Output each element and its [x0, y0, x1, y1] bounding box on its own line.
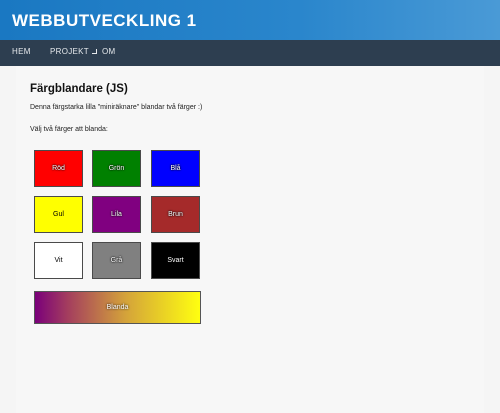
swatch-red-button[interactable]: Röd [34, 150, 83, 187]
swatch-blue-button[interactable]: Blå [151, 150, 200, 187]
swatch-yellow-button[interactable]: Gul [34, 196, 83, 233]
chevron-down-icon [92, 49, 97, 54]
swatch-purple-button[interactable]: Lila [92, 196, 141, 233]
swatch-green-button[interactable]: Grön [92, 150, 141, 187]
swatch-label: Svart [167, 257, 184, 264]
swatch-label: Blå [170, 165, 181, 172]
swatch-label: Gul [53, 211, 64, 218]
swatch-gray-button[interactable]: Grå [92, 242, 141, 279]
main-content: Färgblandare (JS) Denna färgstarka lilla… [16, 66, 484, 413]
swatch-label: Vit [54, 257, 63, 264]
site-title[interactable]: WEBBUTVECKLING 1 [12, 11, 197, 31]
swatch-brown-button[interactable]: Brun [151, 196, 200, 233]
nav-item-label: PROJEKT [50, 47, 89, 56]
main-nav: HEM PROJEKT OM [0, 40, 500, 66]
swatch-label: Röd [52, 165, 65, 172]
swatch-label: Grön [108, 165, 125, 172]
swatch-label: Brun [168, 211, 183, 218]
swatch-black-button[interactable]: Svart [151, 242, 200, 279]
swatch-label: Lila [111, 211, 122, 218]
page-title: Färgblandare (JS) [30, 83, 128, 95]
swatch-label: Grå [110, 257, 123, 264]
swatch-white-button[interactable]: Vit [34, 242, 83, 279]
nav-item-projekt[interactable]: PROJEKT [50, 47, 97, 56]
nav-item-om[interactable]: OM [102, 47, 116, 56]
nav-item-label: OM [102, 47, 116, 56]
intro-text: Denna färgstarka lilla "miniräknare" bla… [30, 104, 203, 111]
nav-item-label: HEM [12, 47, 31, 56]
site-header: WEBBUTVECKLING 1 [0, 0, 500, 40]
nav-item-hem[interactable]: HEM [12, 47, 31, 56]
mix-button[interactable]: Blanda [34, 291, 201, 324]
mix-button-label: Blanda [106, 304, 129, 311]
instruction-text: Välj två färger att blanda: [30, 126, 108, 133]
